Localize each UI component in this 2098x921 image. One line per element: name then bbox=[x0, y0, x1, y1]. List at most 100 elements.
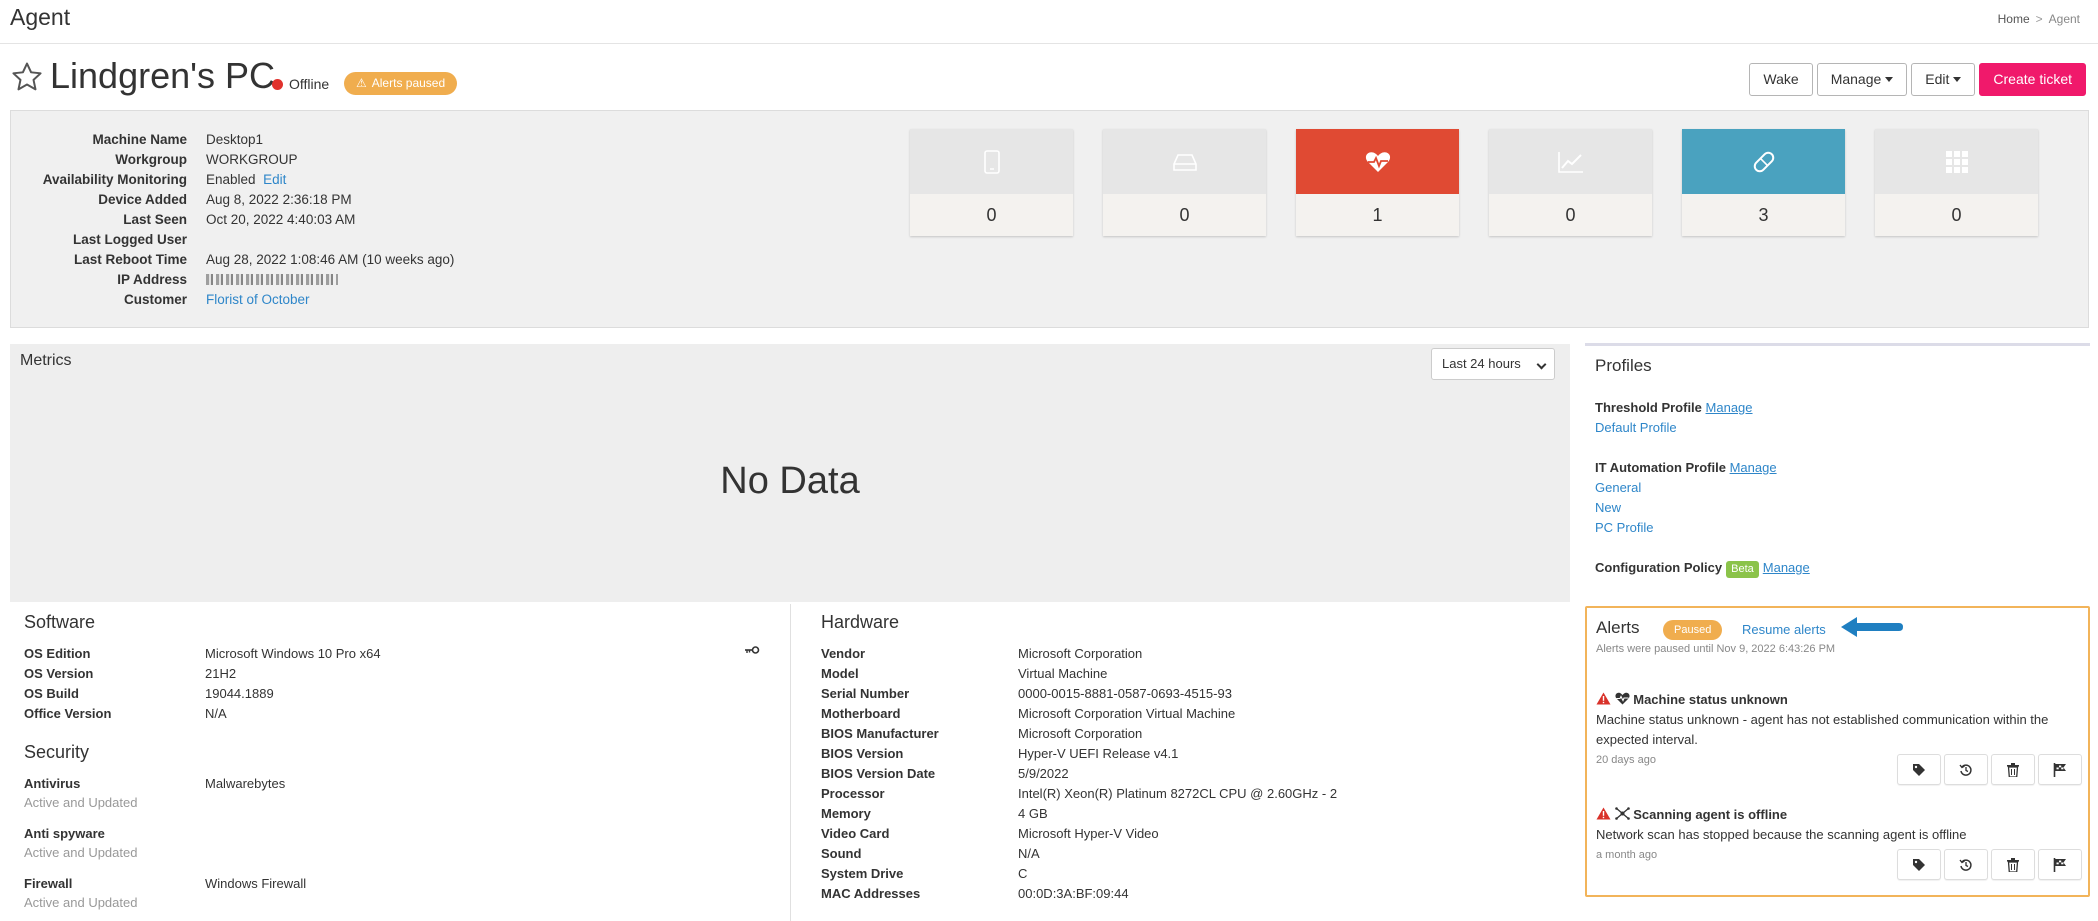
alert-actions bbox=[1897, 849, 2082, 880]
row-label: Vendor bbox=[821, 645, 866, 661]
arrow-left-icon bbox=[1841, 617, 1903, 637]
row-label: Anti spyware bbox=[24, 825, 105, 841]
resume-alerts-link[interactable]: Resume alerts bbox=[1742, 622, 1826, 637]
software-table: OS Edition Microsoft Windows 10 Pro x64 O… bbox=[24, 643, 381, 723]
tile-count: 0 bbox=[1179, 205, 1190, 225]
row-label: MAC Addresses bbox=[821, 885, 921, 901]
info-value bbox=[206, 272, 338, 287]
info-label: Last Seen bbox=[123, 211, 187, 227]
breadcrumb: Home > Agent bbox=[1998, 12, 2080, 26]
row-label: Antivirus bbox=[24, 775, 81, 791]
row-label: Model bbox=[821, 665, 859, 681]
row-value: N/A bbox=[205, 705, 227, 721]
info-value: Enabled Edit bbox=[206, 172, 286, 187]
tile-performance[interactable]: 0 bbox=[1489, 129, 1652, 236]
tile-header bbox=[1875, 129, 2038, 194]
row-value: Microsoft Corporation bbox=[1018, 645, 1143, 661]
license-key-icon[interactable] bbox=[744, 644, 760, 656]
breadcrumb-home[interactable]: Home bbox=[1998, 12, 2030, 26]
trash-icon bbox=[2007, 762, 2019, 777]
row-label: Sound bbox=[821, 845, 862, 861]
tile-health[interactable]: 1 bbox=[1296, 129, 1459, 236]
info-row-availability: Availability Monitoring Enabled Edit bbox=[11, 169, 454, 189]
security-title: Security bbox=[24, 742, 90, 762]
breadcrumb-separator: > bbox=[2035, 12, 2043, 26]
metrics-empty-state: No Data bbox=[720, 460, 860, 502]
software-row: Office Version N/A bbox=[24, 703, 381, 723]
hardware-table: Vendor Microsoft Corporation Model Virtual… bbox=[821, 643, 1337, 903]
tile-patches[interactable]: 3 bbox=[1682, 129, 1845, 236]
reset-button[interactable] bbox=[1944, 754, 1988, 785]
info-label: Last Reboot Time bbox=[73, 251, 187, 267]
row-value: Microsoft Windows 10 Pro x64 bbox=[205, 645, 381, 661]
app-title: Agent bbox=[10, 4, 71, 30]
delete-button[interactable] bbox=[1991, 754, 2035, 785]
automation-manage-link[interactable]: Manage bbox=[1730, 460, 1777, 475]
availability-edit-link[interactable]: Edit bbox=[263, 172, 286, 187]
hardware-title: Hardware bbox=[821, 612, 900, 632]
edit-dropdown-button[interactable]: Edit bbox=[1911, 63, 1976, 96]
chevron-down-icon bbox=[1536, 359, 1547, 370]
favorite-star-icon[interactable] bbox=[10, 60, 44, 94]
tile-header bbox=[1103, 129, 1266, 194]
alert-actions bbox=[1897, 754, 2082, 785]
row-label: BIOS Version Date bbox=[821, 765, 936, 781]
info-value: Oct 20, 2022 4:40:03 AM bbox=[206, 211, 356, 227]
alert-title-line: Scanning agent is offline bbox=[1596, 805, 2082, 825]
hardware-row: Video Card Microsoft Hyper-V Video bbox=[821, 823, 1337, 843]
info-value: WORKGROUP bbox=[206, 151, 298, 167]
info-row-last-seen: Last Seen Oct 20, 2022 4:40:03 AM bbox=[11, 209, 454, 229]
automation-profile-item: New bbox=[1595, 498, 1777, 518]
hardware-row: Model Virtual Machine bbox=[821, 663, 1337, 683]
row-value: Microsoft Hyper-V Video bbox=[1018, 825, 1159, 841]
alerts-title: Alerts bbox=[1596, 618, 1640, 637]
warning-triangle-icon bbox=[1596, 692, 1611, 705]
row-label: OS Edition bbox=[24, 645, 91, 661]
tag-button[interactable] bbox=[1897, 849, 1941, 880]
row-label: Memory bbox=[821, 805, 871, 821]
hardware-row: System Drive C bbox=[821, 863, 1337, 883]
info-label: Customer bbox=[123, 291, 187, 307]
row-value: C bbox=[1018, 865, 1028, 881]
threshold-manage-link[interactable]: Manage bbox=[1706, 400, 1753, 415]
flag-button[interactable] bbox=[2038, 849, 2082, 880]
default-profile-link[interactable]: Default Profile bbox=[1595, 420, 1677, 435]
pc-profile-link[interactable]: PC Profile bbox=[1595, 520, 1654, 535]
general-profile-link[interactable]: General bbox=[1595, 480, 1641, 495]
alerts-panel: Alerts Paused Resume alerts Alerts were … bbox=[1585, 606, 2090, 897]
heart-pulse-icon bbox=[1615, 692, 1630, 705]
delete-button[interactable] bbox=[1991, 849, 2035, 880]
phone-icon bbox=[983, 149, 1000, 174]
new-profile-link[interactable]: New bbox=[1595, 500, 1621, 515]
alerts-paused-label: Alerts paused bbox=[371, 76, 446, 90]
configuration-manage-link[interactable]: Manage bbox=[1763, 560, 1810, 575]
alerts-paused-status-badge: Paused bbox=[1663, 620, 1723, 640]
wake-button[interactable]: Wake bbox=[1749, 63, 1813, 96]
create-ticket-button[interactable]: Create ticket bbox=[1979, 63, 2086, 96]
tile-devices[interactable]: 0 bbox=[910, 129, 1073, 236]
reset-button[interactable] bbox=[1944, 849, 1988, 880]
create-ticket-label: Create ticket bbox=[1993, 71, 2072, 87]
tile-disks[interactable]: 0 bbox=[1103, 129, 1266, 236]
automation-profile-line: IT Automation Profile Manage bbox=[1595, 458, 1777, 478]
tile-apps[interactable]: 0 bbox=[1875, 129, 2038, 236]
hardware-row: Sound N/A bbox=[821, 843, 1337, 863]
time-range-value: Last 24 hours bbox=[1442, 356, 1521, 371]
tile-count: 0 bbox=[1565, 205, 1576, 225]
alerts-paused-badge: ⚠ Alerts paused bbox=[344, 72, 458, 95]
beta-badge: Beta bbox=[1726, 561, 1759, 578]
profiles-title: Profiles bbox=[1595, 356, 1652, 375]
line-chart-icon bbox=[1557, 151, 1583, 173]
tag-button[interactable] bbox=[1897, 754, 1941, 785]
flag-button[interactable] bbox=[2038, 754, 2082, 785]
time-range-select[interactable]: Last 24 hours bbox=[1431, 348, 1555, 380]
warning-icon: ⚠ bbox=[356, 76, 367, 90]
alert-title: Machine status unknown bbox=[1633, 692, 1788, 707]
device-name: Lindgren's PC bbox=[50, 55, 275, 96]
customer-link[interactable]: Florist of October bbox=[206, 292, 310, 307]
info-label: Machine Name bbox=[92, 131, 187, 147]
manage-dropdown-button[interactable]: Manage bbox=[1816, 63, 1908, 96]
info-row-last-logged-user: Last Logged User bbox=[11, 229, 454, 249]
info-row-customer: Customer Florist of October bbox=[11, 289, 454, 309]
hardware-row: Motherboard Microsoft Corporation Virtual… bbox=[821, 703, 1337, 723]
